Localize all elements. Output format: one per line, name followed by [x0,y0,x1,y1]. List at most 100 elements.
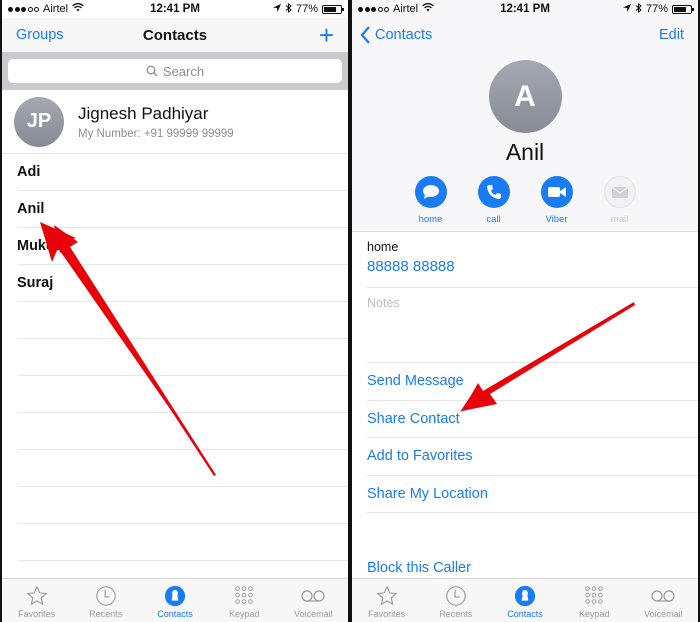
empty-row [17,302,348,339]
clock-icon [96,586,116,606]
notes-field[interactable]: Notes [367,288,698,363]
video-icon [547,187,566,197]
tab-label: Keypad [228,609,260,619]
my-name: Jignesh Padhiyar [78,103,209,123]
phone-number-row[interactable]: home 88888 88888 [367,232,698,288]
contact-list: Adi Anil Mukesh Suraj [17,154,348,561]
keypad-icon [585,586,603,604]
groups-button[interactable]: Groups [16,27,64,43]
tab-recents[interactable]: Recents [71,579,140,622]
tab-keypad[interactable]: Keypad [560,579,629,622]
phone-icon [486,185,501,199]
viber-button[interactable]: Viber [540,176,573,225]
back-button[interactable]: Contacts [360,26,432,44]
message-button[interactable]: home [414,176,447,225]
search-input[interactable]: Search [8,59,342,83]
search-placeholder: Search [162,63,205,79]
mail-icon [611,186,628,198]
tab-label: Favorites [368,609,406,619]
contact-name: Anil [505,139,545,165]
clock-icon [446,586,466,606]
tab-favorites[interactable]: Favorites [2,579,71,622]
tab-contacts[interactable]: Contacts [490,579,559,622]
status-bar: Airtel 12:41 PM 77% [352,0,698,18]
action-label: call [486,214,501,225]
search-area: Search [2,52,348,90]
tab-label: Recents [89,609,123,619]
empty-row [17,376,348,413]
tab-bar: Favorites Recents Contacts Keypad Voicem… [352,578,698,622]
contacts-list-screen: Airtel 12:41 PM 77% Groups Contacts + Se… [2,0,348,622]
nav-bar: Contacts Edit [352,18,698,52]
add-to-favorites-row[interactable]: Add to Favorites [367,438,698,476]
tab-keypad[interactable]: Keypad [210,579,279,622]
contact-row[interactable]: Anil [17,191,348,228]
tab-label: Keypad [578,609,610,619]
tab-label: Contacts [157,609,193,619]
person-icon [514,585,536,607]
search-icon [146,65,158,77]
action-label: Viber [545,214,568,225]
contact-detail-screen: Airtel 12:41 PM 77% Contacts Edit A Anil [352,0,698,622]
carrier: Airtel [43,3,69,15]
battery-icon [322,4,344,14]
chevron-left-icon [360,26,370,44]
tab-label: Contacts [507,609,543,619]
empty-row [17,524,348,561]
tab-favorites[interactable]: Favorites [352,579,421,622]
carrier: Airtel [393,3,419,15]
share-my-location-row[interactable]: Share My Location [367,476,698,513]
contact-details: home 88888 88888 Notes Send Message Shar… [367,232,698,576]
mail-button[interactable]: mail [603,176,636,225]
empty-row [17,450,348,487]
tab-contacts[interactable]: Contacts [140,579,209,622]
edit-button[interactable]: Edit [659,27,684,43]
nav-bar: Groups Contacts + [2,18,348,52]
contact-header: Airtel 12:41 PM 77% Contacts Edit A Anil [352,0,698,232]
voicemail-icon [301,590,326,602]
my-number: My Number: +91 99999 99999 [78,127,234,140]
tab-voicemail[interactable]: Voicemail [279,579,348,622]
tab-recents[interactable]: Recents [421,579,490,622]
tab-label: Recents [439,609,473,619]
wifi-icon [72,3,84,15]
tab-voicemail[interactable]: Voicemail [629,579,698,622]
location-icon [622,3,631,15]
bluetooth-icon [285,2,292,16]
send-message-row[interactable]: Send Message [367,363,698,401]
keypad-icon [235,586,253,604]
action-label: home [418,214,443,225]
action-label: mail [610,214,629,225]
avatar: JP [14,96,64,147]
message-icon [422,185,439,199]
location-icon [272,3,281,15]
empty-row [17,487,348,524]
contact-avatar: A [488,60,562,133]
contact-row[interactable]: Mukesh [17,228,348,265]
star-icon [376,585,398,606]
tab-label: Voicemail [644,609,683,619]
signal-icon [358,6,389,12]
phone-number[interactable]: 88888 88888 [367,258,698,275]
contact-row[interactable]: Suraj [17,265,348,302]
phone-label: home [367,240,399,254]
battery-percent: 77% [295,3,318,15]
call-button[interactable]: call [477,176,510,225]
wifi-icon [422,3,434,15]
tab-label: Voicemail [294,609,333,619]
empty-row [17,339,348,376]
empty-row [17,413,348,450]
signal-icon [8,6,39,12]
contact-row[interactable]: Adi [17,154,348,191]
share-contact-row[interactable]: Share Contact [367,401,698,438]
bluetooth-icon [635,2,642,16]
my-card[interactable]: JP Jignesh Padhiyar My Number: +91 99999… [2,90,348,154]
star-icon [26,585,48,606]
quick-actions: home call Viber mail [352,176,698,225]
tab-label: Favorites [18,609,56,619]
block-caller-row[interactable]: Block this Caller [367,560,698,576]
person-icon [164,585,186,607]
back-label: Contacts [375,27,433,43]
add-contact-button[interactable]: + [319,22,334,48]
